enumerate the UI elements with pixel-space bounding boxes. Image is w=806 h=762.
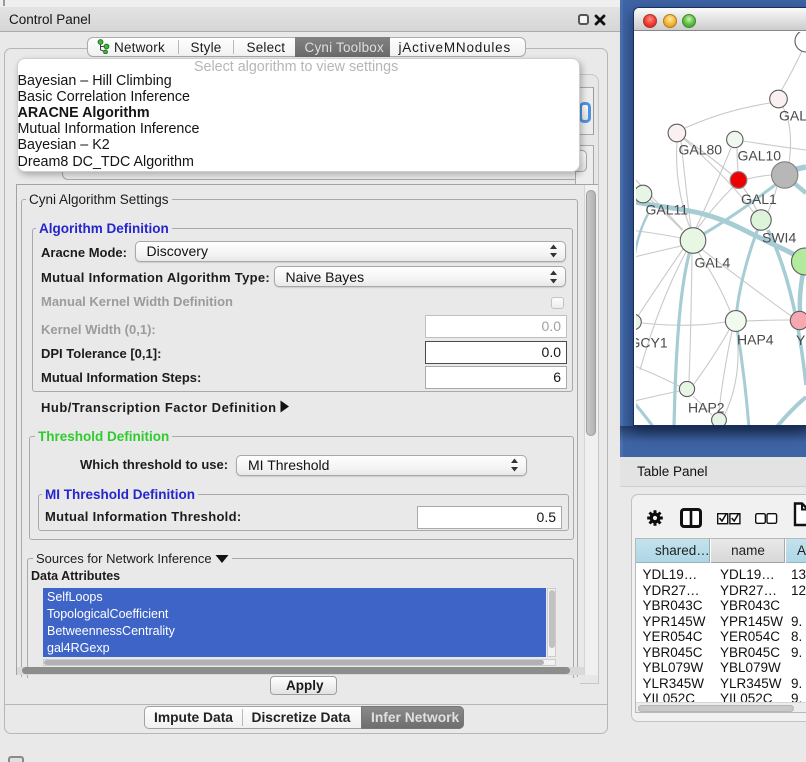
svg-text:GAL4: GAL4 <box>695 255 731 271</box>
svg-text:YB: YB <box>796 332 806 348</box>
svg-text:GAL80: GAL80 <box>679 142 723 158</box>
svg-text:SWI4: SWI4 <box>762 230 796 246</box>
svg-text:GAL11: GAL11 <box>646 202 689 218</box>
svg-text:HAP4: HAP4 <box>737 332 774 348</box>
svg-text:GAL10: GAL10 <box>738 148 782 164</box>
svg-text:GCY1: GCY1 <box>636 335 668 351</box>
svg-text:HAP2: HAP2 <box>688 400 725 416</box>
svg-text:GAL1: GAL1 <box>741 191 777 207</box>
svg-text:GAL7: GAL7 <box>779 108 806 124</box>
